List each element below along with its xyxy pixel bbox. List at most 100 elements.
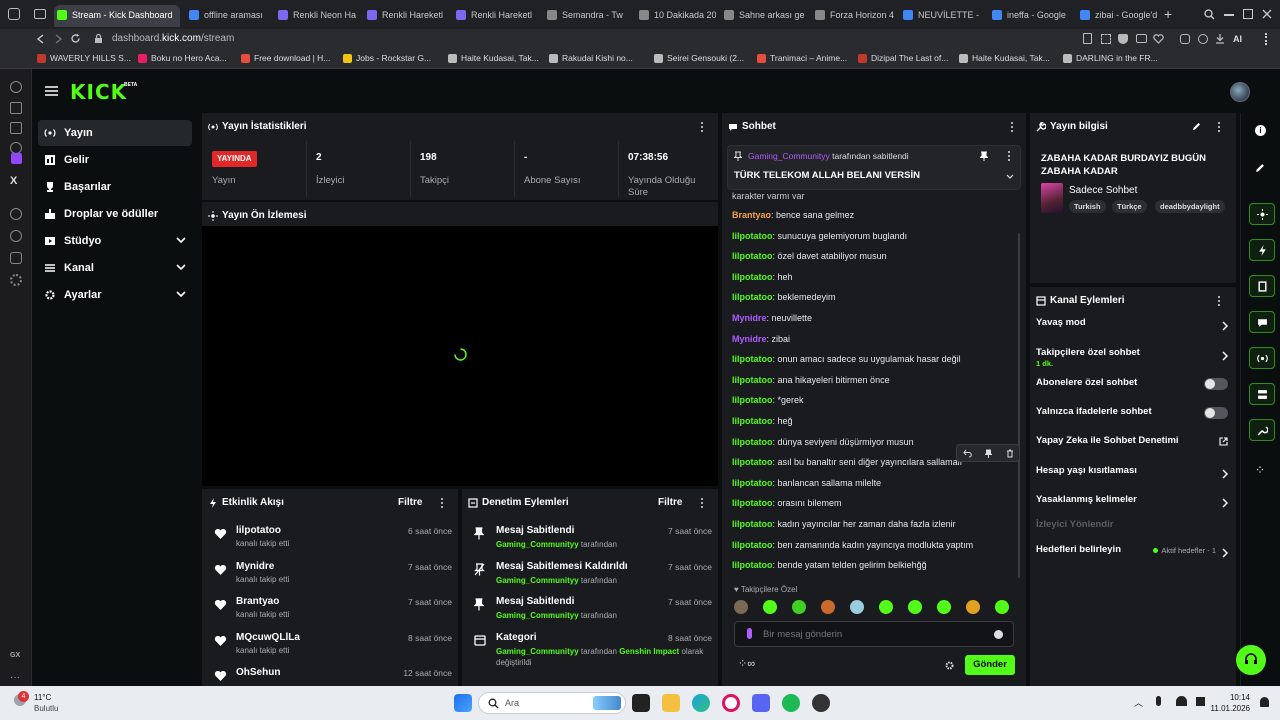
browser-tab[interactable]: Sahne arkası ge: [721, 5, 805, 27]
new-tab-button[interactable]: +: [1164, 6, 1178, 22]
edge-icon[interactable]: [692, 694, 710, 712]
channel-action-item[interactable]: Yalnızca ifadelerle sohbet: [1036, 406, 1232, 426]
file-explorer-icon[interactable]: [662, 694, 680, 712]
category-name[interactable]: Sadece Sohbet: [1069, 185, 1137, 196]
toggle-switch[interactable]: [1204, 378, 1228, 390]
panel-menu-icon[interactable]: [700, 122, 704, 134]
external-link-icon[interactable]: [1219, 437, 1228, 446]
chat-message[interactable]: Mynidre: neuvillette: [732, 313, 812, 323]
chat-username[interactable]: lilpotatoo: [732, 395, 773, 405]
maximize-button[interactable]: [1243, 9, 1253, 19]
chat-username[interactable]: lilpotatoo: [732, 519, 773, 529]
chevron-down-icon[interactable]: [1006, 174, 1014, 179]
edit-pencil-icon[interactable]: [1192, 122, 1201, 131]
emoji-icon[interactable]: [994, 630, 1003, 639]
chat-message[interactable]: lilpotatoo: *gerek: [732, 395, 804, 405]
settings-gear-icon[interactable]: [10, 274, 22, 286]
sidebar-item-revenue[interactable]: Gelir: [38, 147, 192, 173]
rail-channel-actions-button[interactable]: [1249, 383, 1275, 405]
player-icon[interactable]: [10, 122, 22, 134]
chevron-down-icon[interactable]: [176, 264, 186, 271]
edit-icon[interactable]: [1255, 163, 1265, 173]
browser-tab[interactable]: Semandra - Tw: [544, 5, 630, 27]
browser-menu-icon[interactable]: [1265, 33, 1268, 45]
window-menu-icon[interactable]: [8, 8, 20, 20]
sidebar-item-channel[interactable]: Kanal: [38, 255, 192, 281]
emote[interactable]: [734, 600, 748, 614]
chat-message[interactable]: Mynidre: zibai: [732, 334, 790, 344]
clock-time[interactable]: 10:14: [1224, 693, 1250, 702]
wifi-icon[interactable]: [1176, 696, 1187, 706]
emote[interactable]: [908, 600, 922, 614]
obs-icon[interactable]: [812, 694, 830, 712]
activity-user[interactable]: Mynidre: [236, 561, 274, 572]
rail-moderation-button[interactable]: [1249, 275, 1275, 297]
avatar[interactable]: [1230, 82, 1250, 102]
x-twitter-icon[interactable]: X: [10, 175, 22, 187]
browser-tab[interactable]: Forza Horizon 4: [812, 5, 894, 27]
sidebar-item-broadcast[interactable]: Yayın: [38, 120, 192, 146]
panel-menu-icon[interactable]: [1010, 122, 1014, 134]
extensions-icon[interactable]: [1180, 34, 1190, 44]
minimize-button[interactable]: [1224, 14, 1234, 16]
history-icon[interactable]: [10, 230, 22, 242]
chat-username[interactable]: lilpotatoo: [732, 457, 773, 467]
chat-message[interactable]: Brantyao: bence sana gelmez: [732, 210, 854, 220]
chevron-right-icon[interactable]: [1222, 498, 1228, 508]
chat-username[interactable]: lilpotatoo: [732, 437, 773, 447]
bookmark-star-icon[interactable]: [1083, 33, 1092, 44]
reload-icon[interactable]: [70, 33, 81, 44]
sidebar-item-studio[interactable]: Stüdyo: [38, 228, 192, 254]
crypto-wallet-icon[interactable]: [10, 102, 22, 114]
chat-message[interactable]: lilpotatoo: asıl bu banaltır seni diğer …: [732, 457, 962, 467]
chat-username[interactable]: lilpotatoo: [732, 292, 773, 302]
chevron-right-icon[interactable]: [1222, 321, 1228, 331]
toggle-switch[interactable]: [1204, 407, 1228, 419]
chat-username[interactable]: lilpotatoo: [732, 231, 773, 241]
tag[interactable]: deadbbydaylight: [1155, 200, 1225, 213]
bookmark-item[interactable]: Haite Kudasai, Tak...: [958, 52, 1050, 65]
chat-username[interactable]: Mynidre: [732, 334, 767, 344]
close-window-icon[interactable]: [1262, 9, 1272, 19]
twitch-icon[interactable]: [11, 153, 22, 164]
chat-message[interactable]: lilpotatoo: ben zamanında kadın yayıncıy…: [732, 540, 973, 550]
chat-message[interactable]: lilpotatoo: onun amacı sadece su uygulam…: [732, 354, 961, 364]
camera-icon[interactable]: [1136, 34, 1147, 43]
chat-username[interactable]: Brantyao: [732, 210, 771, 220]
emote[interactable]: [879, 600, 893, 614]
chat-settings-icon[interactable]: [945, 661, 954, 670]
delete-icon[interactable]: [1006, 449, 1014, 458]
task-view-icon[interactable]: [632, 694, 650, 712]
chevron-down-icon[interactable]: [176, 291, 186, 298]
bookmark-item[interactable]: Haite Kudasai, Tak...: [447, 52, 539, 65]
notifications-bell-icon[interactable]: [1260, 697, 1269, 707]
chevron-down-icon[interactable]: [176, 237, 186, 244]
kick-logo[interactable]: KICK: [70, 80, 127, 104]
chat-username[interactable]: lilpotatoo: [732, 560, 773, 570]
browser-tab[interactable]: offline araması: [186, 5, 268, 27]
chat-username[interactable]: lilpotatoo: [732, 251, 773, 261]
emote[interactable]: [850, 600, 864, 614]
tray-chevron-icon[interactable]: ︿: [1134, 696, 1143, 709]
bookmark-item[interactable]: Free download | H...: [240, 52, 330, 65]
chat-message[interactable]: lilpotatoo: dünya seviyeni düşürmiyor mu…: [732, 437, 914, 447]
rail-stats-button[interactable]: [1249, 347, 1275, 369]
chat-message[interactable]: lilpotatoo: heh: [732, 272, 793, 282]
chat-message[interactable]: lilpotatoo: orasını bilemem: [732, 498, 842, 508]
chat-mode-icon[interactable]: ⁘∞: [738, 657, 755, 670]
sidebar-item-settings[interactable]: Ayarlar: [38, 282, 192, 308]
emote[interactable]: [763, 600, 777, 614]
chat-message-input[interactable]: [763, 626, 983, 642]
browser-tab[interactable]: 10 Dakikada 20: [636, 5, 716, 27]
moderator-name[interactable]: Gaming_Communityy: [496, 611, 579, 620]
emote[interactable]: [937, 600, 951, 614]
player-circle-icon[interactable]: [10, 208, 22, 220]
channel-action-item[interactable]: Takipçilere özel sohbet 1 dk.: [1036, 347, 1232, 368]
hamburger-menu-icon[interactable]: [45, 86, 58, 96]
heart-icon[interactable]: [1153, 34, 1164, 44]
chat-message[interactable]: lilpotatoo: ana hikayeleri bitirmen önce: [732, 375, 890, 385]
browser-tab[interactable]: ineffa - Google: [989, 5, 1071, 27]
snapshot-icon[interactable]: [1198, 34, 1208, 44]
pin-toggle-icon[interactable]: [980, 151, 988, 161]
browser-tab[interactable]: Stream - Kick Dashboard: [54, 5, 180, 27]
